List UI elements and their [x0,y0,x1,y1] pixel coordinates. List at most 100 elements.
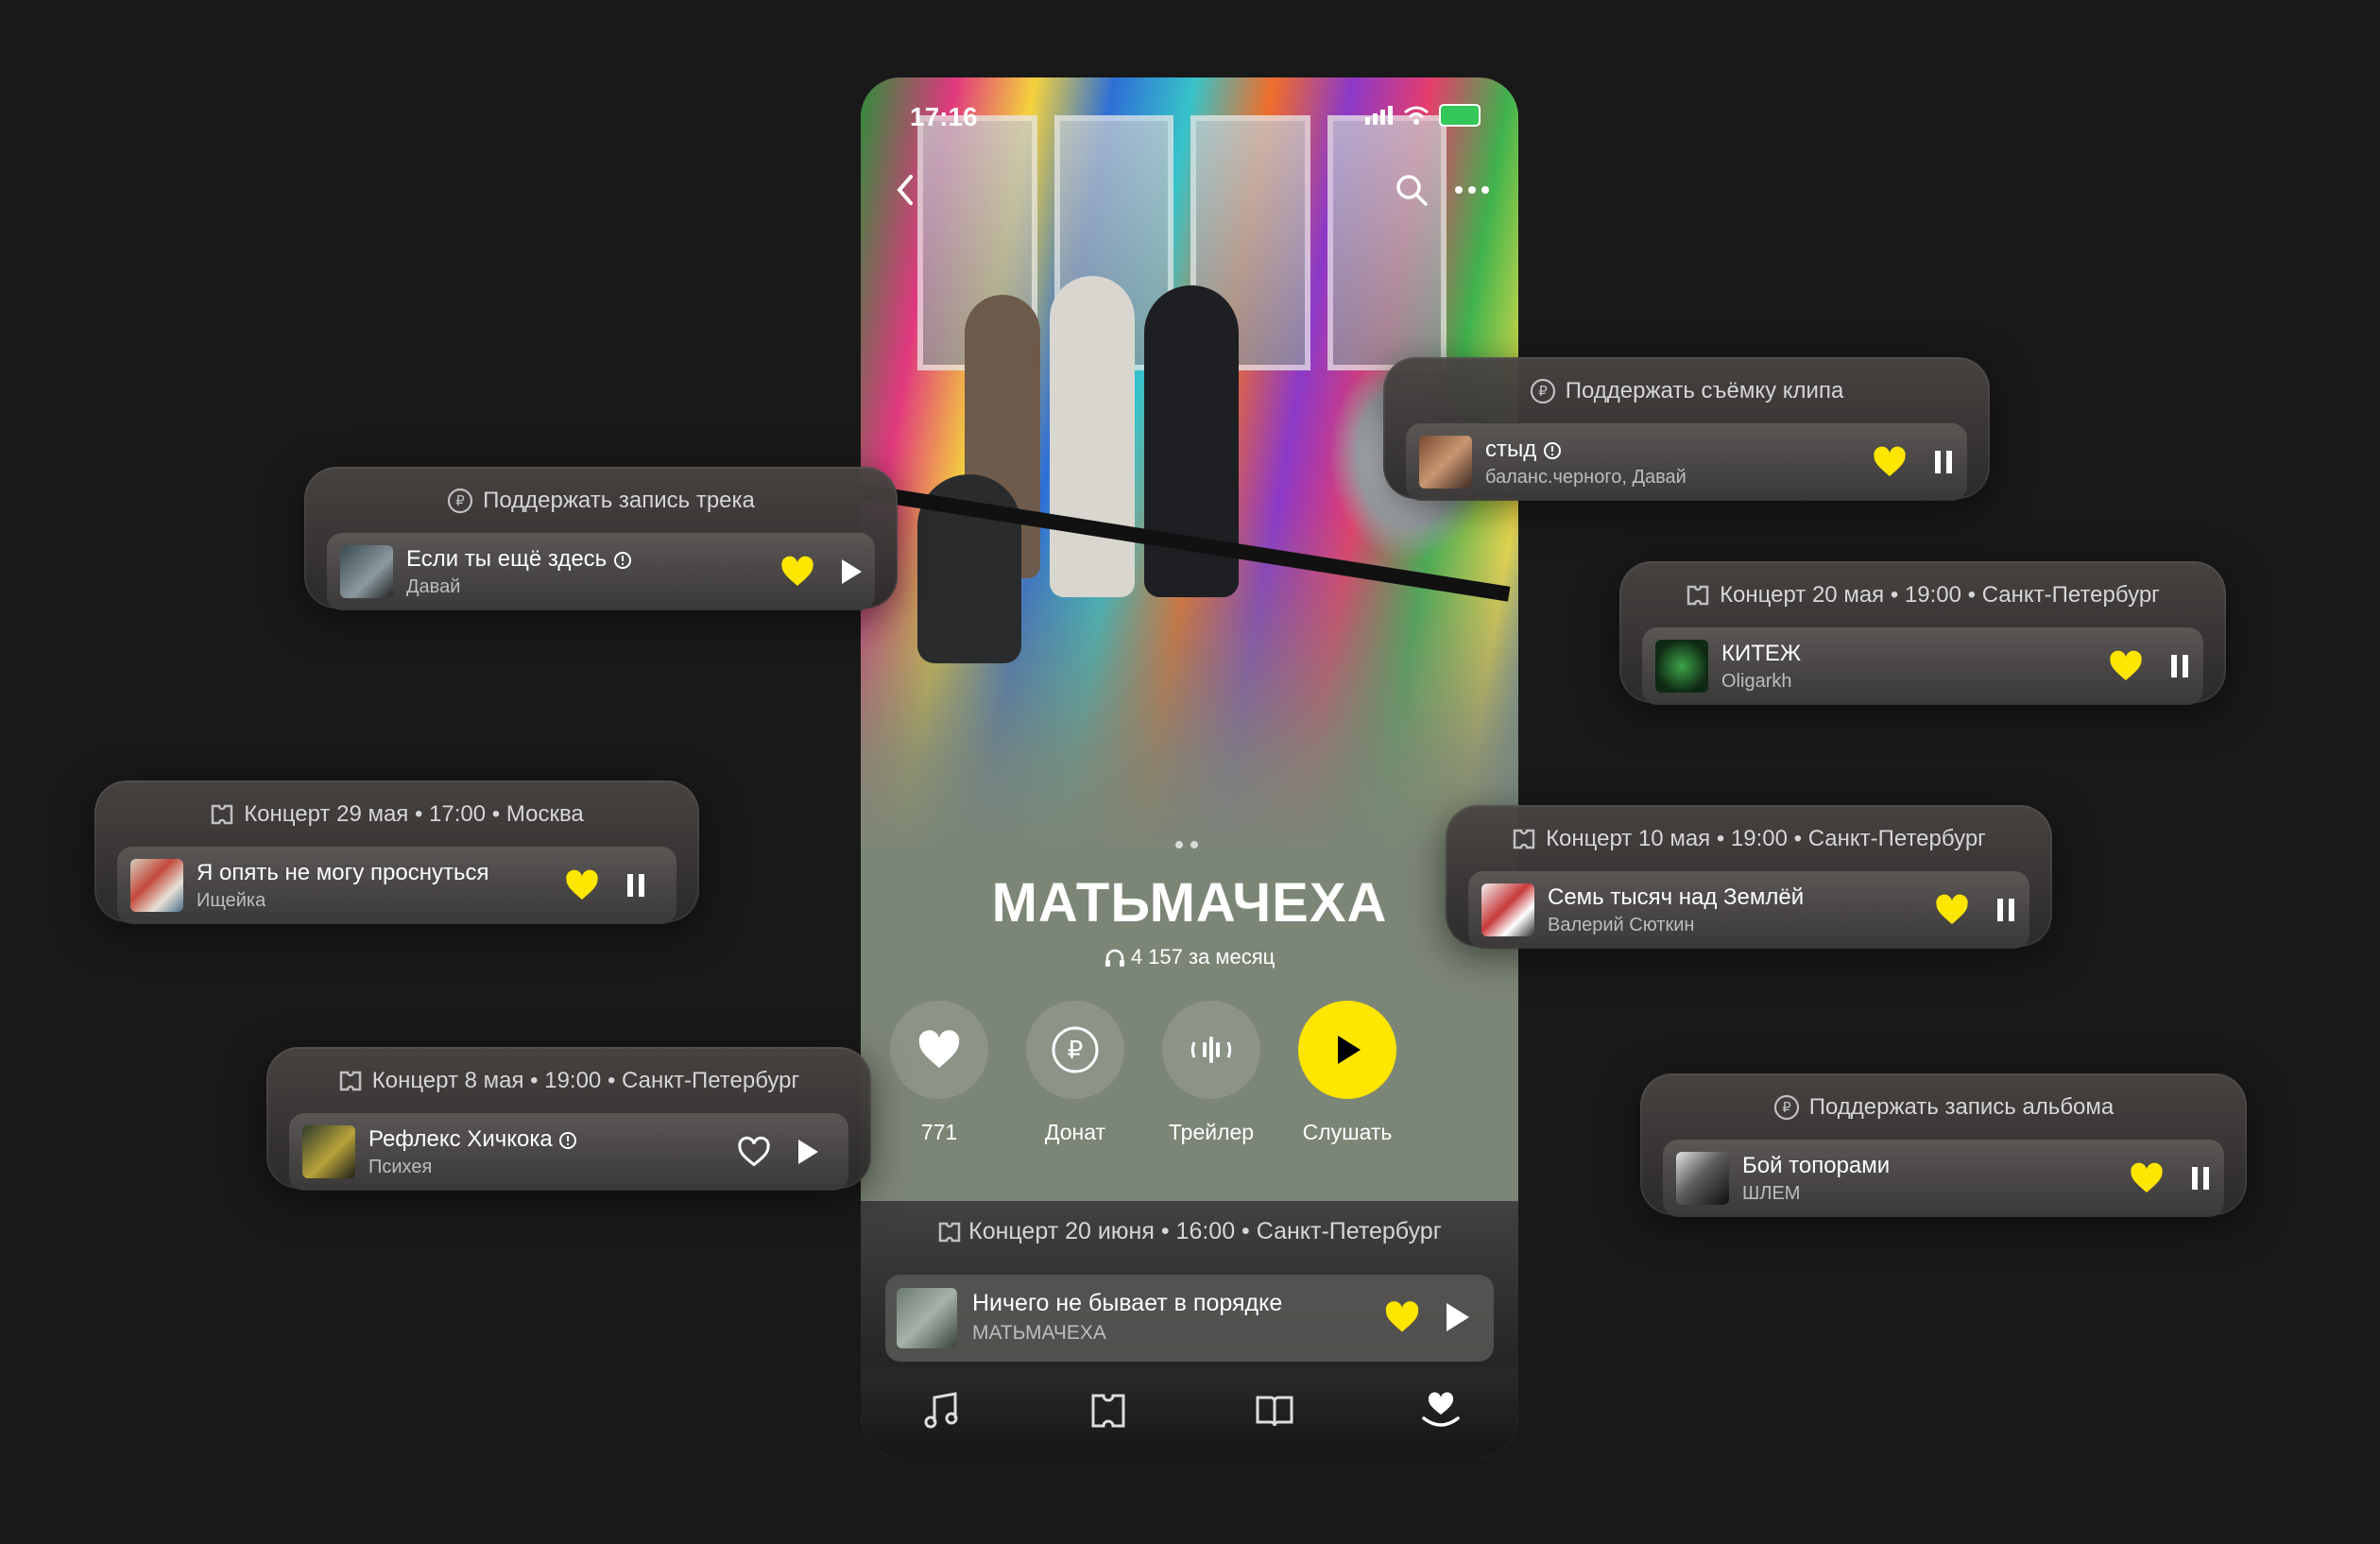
like-action[interactable]: 771 [887,1001,991,1145]
chevron-left-icon [897,175,913,205]
status-bar: 17:16 [861,98,1518,136]
tab-tickets[interactable] [1084,1386,1133,1435]
heart-outline-icon[interactable] [737,1136,771,1168]
track-row[interactable]: Бой топорами ШЛЕМ [1663,1140,2224,1217]
support-card[interactable]: ₽ Поддержать запись альбома Бой топорами… [1640,1073,2247,1217]
concert-card[interactable]: Концерт 29 мая • 17:00 • Москва Я опять … [94,781,699,924]
track-title: стыд [1485,437,1562,463]
card-header-text: Концерт 29 мая • 17:00 • Москва [244,801,584,827]
track-row[interactable]: Я опять не могу проснуться Ищейка [117,847,676,924]
listen-circle[interactable] [1298,1001,1396,1099]
tab-support[interactable] [1416,1386,1465,1435]
explicit-icon [613,551,631,569]
track-cover [1419,436,1472,489]
svg-text:₽: ₽ [1538,383,1548,400]
heart-filled-icon[interactable] [2130,1162,2164,1194]
pause-button[interactable] [2164,650,2196,682]
ruble-icon: ₽ [1052,1026,1099,1073]
heart-filled-icon[interactable] [2109,650,2143,682]
track-title-text: Если ты ещё здесь [406,546,608,572]
headphones-icon [1104,950,1124,968]
pause-button[interactable] [1990,894,2022,926]
track-artist: Валерий Сюткин [1548,915,1695,935]
track-title: Ничего не бывает в порядке [972,1290,1283,1316]
concert-card[interactable]: Концерт 20 мая • 19:00 • Санкт-Петербург… [1619,561,2226,705]
donate-action[interactable]: ₽ Донат [1023,1001,1127,1145]
track-cover [897,1288,957,1348]
music-note-icon [924,1392,958,1429]
track-title: КИТЕЖ [1721,641,1802,666]
concert-card-header-text: Концерт 20 июня • 16:00 • Санкт-Петербур… [968,1218,1442,1244]
page-dot [1190,841,1198,849]
like-count: 771 [920,1120,958,1144]
tab-bar [861,1367,1518,1457]
back-button[interactable] [880,164,931,215]
concert-track-row[interactable]: Ничего не бывает в порядке МАТЬМАЧЕХА [885,1275,1494,1362]
trailer-circle[interactable] [1162,1001,1260,1099]
heart-filled-icon[interactable] [1873,446,1907,478]
pause-button[interactable] [1927,446,1960,478]
concert-card[interactable]: Концерт 10 мая • 19:00 • Санкт-Петербург… [1446,805,2052,949]
pause-button[interactable] [620,869,652,901]
track-title: Я опять не могу проснуться [197,860,489,885]
track-row[interactable]: Семь тысяч над Землёй Валерий Сюткин [1468,871,2029,949]
donate-label: Донат [1044,1120,1106,1144]
track-title-text: Рефлекс Хичкока [368,1126,553,1152]
track-row[interactable]: стыд баланс.черного, Давай [1406,423,1967,501]
track-row[interactable]: Если ты ещё здесь Давай [327,533,875,610]
track-artist: Oligarkh [1721,671,1792,692]
heart-filled-icon[interactable] [1935,894,1969,926]
wifi-icon [1404,106,1429,125]
ticket-icon [1091,1394,1125,1428]
card-header: ₽ Поддержать запись трека [304,488,898,514]
heart-filled-icon[interactable] [565,869,599,901]
waveform-icon [1190,1037,1232,1063]
track-cover [1676,1152,1729,1205]
card-header: ₽ Поддержать запись альбома [1640,1094,2247,1121]
card-header: Концерт 10 мая • 19:00 • Санкт-Петербург [1446,826,2052,852]
play-button[interactable] [835,556,867,588]
concert-card[interactable]: Концерт 8 мая • 19:00 • Санкт-Петербург … [266,1047,871,1191]
pause-icon [627,874,644,897]
track-artist: Ищейка [197,890,266,911]
donate-circle[interactable]: ₽ [1026,1001,1124,1099]
track-row[interactable]: КИТЕЖ Oligarkh [1642,627,2203,705]
svg-text:₽: ₽ [1782,1099,1791,1116]
concert-card[interactable]: Концерт 20 июня • 16:00 • Санкт-Петербур… [861,1201,1518,1371]
search-button[interactable] [1386,164,1437,215]
pause-icon [1997,899,2014,921]
play-icon [1338,1036,1361,1064]
track-artist: Психея [368,1157,433,1177]
heart-filled-icon[interactable] [1384,1301,1420,1333]
track-cover [340,545,393,598]
page-dot [1175,841,1183,849]
track-row[interactable]: Рефлекс Хичкока Психея [289,1113,848,1191]
svg-text:₽: ₽ [1068,1037,1084,1065]
track-title-text: стыд [1485,437,1537,462]
more-button[interactable] [1447,164,1498,215]
card-header: Концерт 29 мая • 17:00 • Москва [94,801,699,828]
support-card[interactable]: ₽ Поддержать съёмку клипа стыд баланс.че… [1383,357,1990,501]
ruble-icon: ₽ [1530,378,1555,404]
search-icon [1396,175,1428,206]
signal-icon [1365,106,1393,125]
tab-music[interactable] [917,1386,967,1435]
book-icon [1256,1396,1293,1427]
trailer-action[interactable]: Трейлер [1159,1001,1263,1145]
play-icon [798,1140,818,1164]
track-title: Рефлекс Хичкока [368,1126,577,1153]
phone-screen: 17:16 МАТЬМАЧЕХА 4 157 за месяц 771 ₽ До… [861,77,1518,1457]
tab-library[interactable] [1250,1386,1299,1435]
heart-filled-icon[interactable] [780,556,814,588]
pause-button[interactable] [2184,1162,2217,1194]
ticket-icon [938,1223,961,1243]
play-icon[interactable] [1443,1301,1471,1333]
support-card[interactable]: ₽ Поддержать запись трека Если ты ещё зд… [304,467,898,610]
play-button[interactable] [792,1136,824,1168]
play-icon [842,559,862,584]
track-title: Бой топорами [1742,1153,1891,1178]
like-circle[interactable] [890,1001,988,1099]
card-header: ₽ Поддержать съёмку клипа [1383,378,1990,404]
pause-icon [1935,451,1952,473]
listen-action[interactable]: Слушать [1295,1001,1399,1145]
